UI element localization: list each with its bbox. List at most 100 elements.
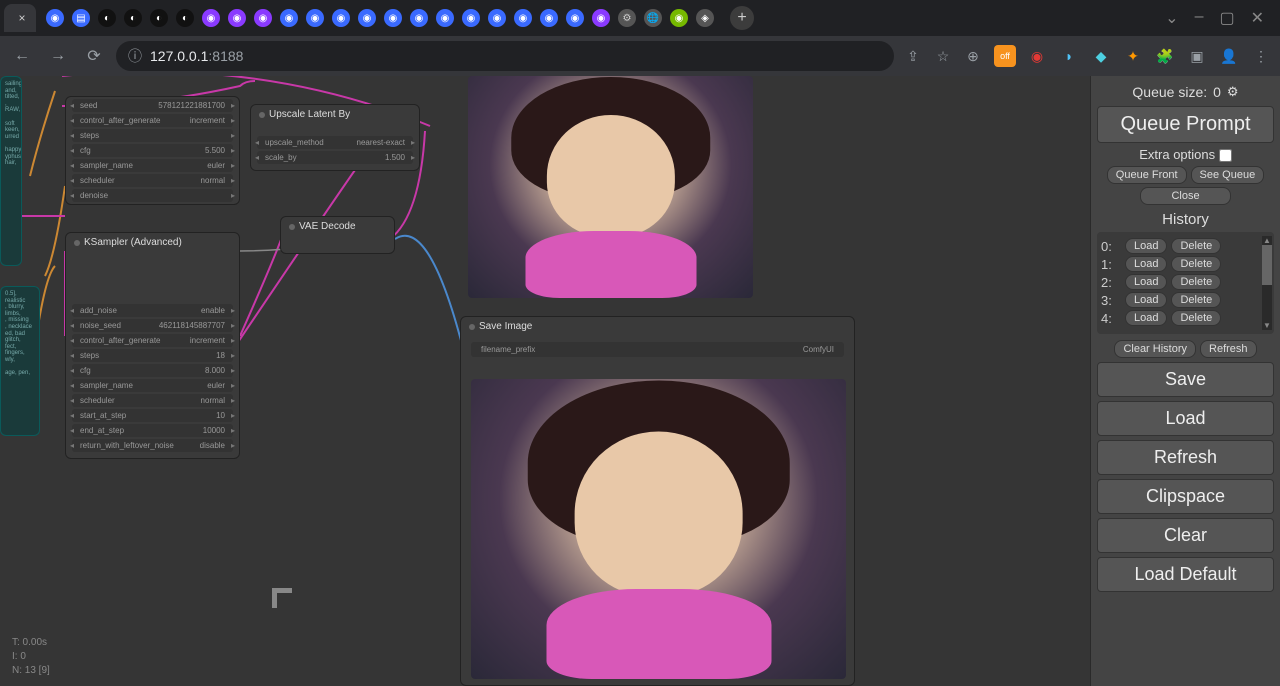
minimize-icon[interactable]: –: [1195, 8, 1204, 28]
clear-button[interactable]: Clear: [1097, 518, 1274, 553]
node-field[interactable]: ◂start_at_step10▸: [72, 409, 233, 422]
node-field[interactable]: ◂cfg5.500▸: [72, 144, 233, 157]
history-delete-button[interactable]: Delete: [1171, 292, 1221, 308]
active-tab[interactable]: ×: [4, 4, 36, 32]
load-button[interactable]: Load: [1097, 401, 1274, 436]
menu-icon[interactable]: ⋮: [1250, 45, 1272, 67]
history-load-button[interactable]: Load: [1125, 292, 1167, 308]
history-delete-button[interactable]: Delete: [1171, 310, 1221, 326]
site-info-icon[interactable]: ⓘ: [128, 46, 142, 66]
clipspace-button[interactable]: Clipspace: [1097, 479, 1274, 514]
ext-icon[interactable]: ✦: [1122, 45, 1144, 67]
refresh-button[interactable]: Refresh: [1097, 440, 1274, 475]
tab-favicon[interactable]: ◉: [46, 9, 64, 27]
node-field[interactable]: ◂add_noiseenable▸: [72, 304, 233, 317]
node-field[interactable]: ◂upscale_methodnearest-exact▸: [257, 136, 413, 149]
close-tab-icon[interactable]: ×: [14, 10, 30, 26]
profile-icon[interactable]: 👤: [1218, 45, 1240, 67]
node-field[interactable]: ◂steps▸: [72, 129, 233, 142]
tab-favicon-github[interactable]: ◐: [98, 9, 116, 27]
tab-favicon[interactable]: ◉: [540, 9, 558, 27]
node-canvas[interactable]: sailing and, tilted, , RAW, soft keen, u…: [0, 76, 1090, 686]
tab-favicon-github[interactable]: ◐: [150, 9, 168, 27]
ext-icon[interactable]: ⊕: [962, 45, 984, 67]
history-delete-button[interactable]: Delete: [1171, 256, 1221, 272]
extra-options-checkbox[interactable]: [1219, 149, 1232, 162]
settings-icon[interactable]: ⚙: [1227, 84, 1239, 100]
node-field[interactable]: ◂control_after_generateincrement▸: [72, 114, 233, 127]
ksampler-advanced-node[interactable]: KSampler (Advanced) ◂add_noiseenable▸◂no…: [65, 232, 240, 459]
tab-favicon[interactable]: ◈: [696, 9, 714, 27]
reload-button[interactable]: ⟳: [80, 42, 108, 70]
ksampler-node[interactable]: ◂seed578121221881700▸ ◂control_after_gene…: [65, 96, 240, 205]
node-field[interactable]: ◂control_after_generateincrement▸: [72, 334, 233, 347]
new-tab-button[interactable]: +: [730, 6, 754, 30]
tab-favicon-github[interactable]: ◐: [124, 9, 142, 27]
tabs-dropdown-icon[interactable]: ⌄: [1165, 8, 1178, 28]
tab-favicon[interactable]: ◉: [488, 9, 506, 27]
back-button[interactable]: ←: [8, 42, 36, 70]
tab-favicon[interactable]: ◉: [410, 9, 428, 27]
extensions-icon[interactable]: 🧩: [1154, 45, 1176, 67]
save-image-node[interactable]: Save Image filename_prefix ComfyUI: [460, 316, 855, 686]
history-delete-button[interactable]: Delete: [1171, 238, 1221, 254]
scrollbar-thumb[interactable]: [1262, 245, 1272, 285]
share-icon[interactable]: ⇪: [902, 45, 924, 67]
tab-favicon-globe[interactable]: 🌐: [644, 9, 662, 27]
node-field[interactable]: ◂seed578121221881700▸: [72, 99, 233, 112]
tab-favicon[interactable]: ◉: [384, 9, 402, 27]
tab-favicon[interactable]: ◉: [280, 9, 298, 27]
ext-icon[interactable]: off: [994, 45, 1016, 67]
node-field[interactable]: ◂scale_by1.500▸: [257, 151, 413, 164]
history-load-button[interactable]: Load: [1125, 310, 1167, 326]
load-default-button[interactable]: Load Default: [1097, 557, 1274, 592]
tab-favicon[interactable]: ◉: [566, 9, 584, 27]
close-button[interactable]: Close: [1140, 187, 1230, 205]
tab-favicon[interactable]: ◉: [592, 9, 610, 27]
node-field[interactable]: ◂end_at_step10000▸: [72, 424, 233, 437]
preview-image[interactable]: [468, 76, 753, 298]
sidepanel-icon[interactable]: ▣: [1186, 45, 1208, 67]
upscale-latent-node[interactable]: Upscale Latent By ◂upscale_methodnearest…: [250, 104, 420, 171]
clear-history-button[interactable]: Clear History: [1114, 340, 1196, 358]
text-node[interactable]: sailing and, tilted, , RAW, soft keen, u…: [0, 76, 22, 266]
address-bar[interactable]: ⓘ 127.0.0.1:8188: [116, 41, 894, 71]
tab-favicon-nvidia[interactable]: ◉: [670, 9, 688, 27]
history-load-button[interactable]: Load: [1125, 256, 1167, 272]
tab-favicon-github[interactable]: ◐: [176, 9, 194, 27]
node-field[interactable]: ◂steps18▸: [72, 349, 233, 362]
filename-prefix-field[interactable]: filename_prefix ComfyUI: [471, 342, 844, 357]
see-queue-button[interactable]: See Queue: [1191, 166, 1265, 184]
queue-front-button[interactable]: Queue Front: [1107, 166, 1187, 184]
ext-icon[interactable]: ◗: [1058, 45, 1080, 67]
ext-icon[interactable]: ◆: [1090, 45, 1112, 67]
node-field[interactable]: ◂sampler_nameeuler▸: [72, 159, 233, 172]
queue-prompt-button[interactable]: Queue Prompt: [1097, 106, 1274, 143]
tab-favicon[interactable]: ◉: [228, 9, 246, 27]
tab-favicon[interactable]: ◉: [436, 9, 454, 27]
save-button[interactable]: Save: [1097, 362, 1274, 397]
history-delete-button[interactable]: Delete: [1171, 274, 1221, 290]
node-field[interactable]: ◂sampler_nameeuler▸: [72, 379, 233, 392]
tab-favicon[interactable]: ◉: [462, 9, 480, 27]
close-window-icon[interactable]: ✕: [1251, 8, 1264, 28]
vae-decode-node[interactable]: VAE Decode: [280, 216, 395, 254]
node-field[interactable]: ◂return_with_leftover_noisedisable▸: [72, 439, 233, 452]
node-field[interactable]: ◂schedulernormal▸: [72, 394, 233, 407]
node-field[interactable]: ◂schedulernormal▸: [72, 174, 233, 187]
tab-favicon[interactable]: ◉: [358, 9, 376, 27]
node-field[interactable]: ◂noise_seed462118145887707▸: [72, 319, 233, 332]
node-field[interactable]: ◂denoise▸: [72, 189, 233, 202]
tab-favicon[interactable]: ◉: [332, 9, 350, 27]
text-node[interactable]: 0.5], realistic , blurry, limbs, , missi…: [0, 286, 40, 436]
tab-favicon[interactable]: ◉: [202, 9, 220, 27]
scroll-down-icon[interactable]: ▼: [1262, 321, 1272, 330]
tab-favicon[interactable]: ◉: [254, 9, 272, 27]
forward-button[interactable]: →: [44, 42, 72, 70]
node-field[interactable]: ◂cfg8.000▸: [72, 364, 233, 377]
history-load-button[interactable]: Load: [1125, 274, 1167, 290]
ext-icon[interactable]: ◉: [1026, 45, 1048, 67]
scroll-up-icon[interactable]: ▲: [1262, 236, 1272, 245]
history-load-button[interactable]: Load: [1125, 238, 1167, 254]
output-image[interactable]: [471, 379, 846, 679]
